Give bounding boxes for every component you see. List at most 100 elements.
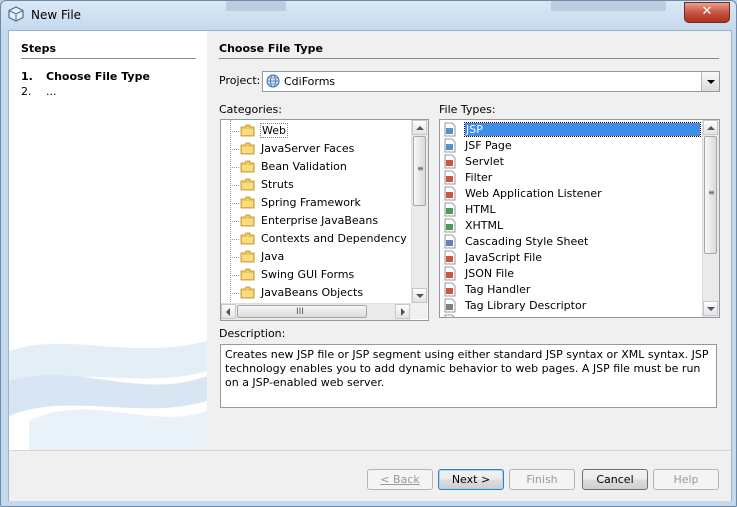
tree-branch-line xyxy=(230,167,239,168)
category-label: JavaBeans Objects xyxy=(261,286,364,299)
divider xyxy=(219,58,719,59)
file-type-label: JavaScript File xyxy=(465,251,543,264)
scroll-down-button[interactable] xyxy=(703,301,718,316)
file-type-item[interactable]: Tag File xyxy=(440,313,702,317)
category-label: Enterprise JavaBeans xyxy=(261,214,379,227)
back-button[interactable]: < Back xyxy=(367,469,433,490)
category-label: Java xyxy=(261,250,285,263)
tree-branch-line xyxy=(230,257,239,258)
category-item[interactable]: JavaBeans Objects xyxy=(221,284,411,302)
folder-icon xyxy=(240,214,255,227)
scroll-thumb[interactable]: ≡ xyxy=(704,136,717,254)
window-title: New File xyxy=(31,8,82,22)
scroll-up-button[interactable] xyxy=(703,120,718,135)
scroll-right-button[interactable] xyxy=(395,304,410,319)
jsp-file-icon xyxy=(444,122,456,137)
category-label: Swing GUI Forms xyxy=(261,268,355,281)
steps-heading: Steps xyxy=(21,42,57,55)
tree-branch-line xyxy=(230,131,239,132)
step-label: Choose File Type xyxy=(46,70,150,83)
divider xyxy=(21,58,196,59)
scroll-thumb[interactable]: ≡ xyxy=(413,136,426,206)
netbeans-cube-icon xyxy=(8,6,24,22)
scroll-thumb[interactable]: III xyxy=(237,305,367,318)
js-file-icon xyxy=(444,250,456,265)
step-label: ... xyxy=(46,85,57,98)
folder-icon xyxy=(240,178,255,191)
next-button[interactable]: Next > xyxy=(438,469,504,490)
tld-file-icon xyxy=(444,298,456,313)
finish-button[interactable]: Finish xyxy=(509,469,575,490)
category-label: Spring Framework xyxy=(261,196,361,209)
category-item[interactable]: Swing GUI Forms xyxy=(221,266,411,284)
thumb-grip: III xyxy=(296,307,304,317)
tree-branch-line xyxy=(230,275,239,276)
project-select-value: CdiForms xyxy=(284,75,336,88)
folder-icon xyxy=(240,196,255,209)
button-bar: < Back Next > Finish Cancel Help xyxy=(9,450,731,501)
title-bar[interactable]: New File ✕ xyxy=(1,1,736,29)
category-item[interactable]: Contexts and Dependency Injection xyxy=(221,230,428,248)
category-item[interactable]: Web xyxy=(221,122,411,140)
file-type-label: Tag Handler xyxy=(465,283,531,296)
tree-branch-line xyxy=(230,185,239,186)
category-item[interactable]: Java xyxy=(221,248,411,266)
folder-icon xyxy=(240,286,255,299)
xhtml-file-icon xyxy=(444,218,456,233)
file-type-label: Tag File xyxy=(465,315,506,317)
file-type-label: JSP xyxy=(464,122,701,137)
thumb-grip: ≡ xyxy=(708,188,715,197)
background-window-ghost xyxy=(551,1,666,11)
step-number: 2. xyxy=(21,85,32,98)
folder-icon xyxy=(240,142,255,155)
chevron-down-icon[interactable] xyxy=(701,72,719,91)
category-item[interactable]: Enterprise JavaBeans xyxy=(221,212,411,230)
tree-branch-line xyxy=(230,149,239,150)
file-type-label: HTML xyxy=(465,203,496,216)
step-item-2: 2.... xyxy=(21,85,57,98)
thumb-grip: ≡ xyxy=(417,164,424,173)
category-item[interactable]: Bean Validation xyxy=(221,158,411,176)
dialog-body: Steps 1. Choose File Type 2.... Choose Fi… xyxy=(8,30,732,501)
file-type-label: JSF Page xyxy=(465,139,512,152)
categories-tree[interactable]: Web JavaServer Faces Bean Validation Struts… xyxy=(220,119,429,321)
file-types-vertical-scrollbar[interactable]: ≡ xyxy=(702,120,719,317)
categories-horizontal-scrollbar[interactable]: III xyxy=(221,303,411,320)
tree-branch-line xyxy=(230,293,239,294)
folder-icon xyxy=(240,160,255,173)
file-types-list[interactable]: JSP JSF Page Servlet Filter Web Application … xyxy=(439,119,720,318)
html-file-icon xyxy=(444,202,456,217)
file-type-label: XHTML xyxy=(465,219,504,232)
scroll-down-button[interactable] xyxy=(412,288,427,303)
new-file-dialog: New File ✕ Steps 1. Choose File Type 2...… xyxy=(0,0,737,507)
description-label: Description: xyxy=(219,327,286,340)
close-button[interactable]: ✕ xyxy=(684,2,730,23)
file-type-label: Web Application Listener xyxy=(465,187,602,200)
category-item[interactable]: Spring Framework xyxy=(221,194,411,212)
steps-panel: Steps 1. Choose File Type 2.... xyxy=(9,31,207,450)
category-item[interactable]: Struts xyxy=(221,176,411,194)
categories-vertical-scrollbar[interactable]: ≡ xyxy=(411,120,428,303)
category-label: Struts xyxy=(261,178,294,191)
project-select[interactable]: CdiForms xyxy=(262,71,720,92)
cancel-button[interactable]: Cancel xyxy=(582,469,648,490)
file-type-label: Servlet xyxy=(465,155,504,168)
file-types-label: File Types: xyxy=(439,103,496,116)
category-item[interactable]: JavaServer Faces xyxy=(221,140,411,158)
scroll-up-button[interactable] xyxy=(412,120,427,135)
filter-file-icon xyxy=(444,170,456,185)
folder-icon xyxy=(240,232,255,245)
page-title: Choose File Type xyxy=(219,42,323,55)
listener-file-icon xyxy=(444,186,456,201)
tree-branch-line xyxy=(230,239,239,240)
tree-branch-line xyxy=(230,221,239,222)
decorative-swoosh xyxy=(9,341,207,450)
file-type-label: JSON File xyxy=(465,267,515,280)
servlet-file-icon xyxy=(444,154,456,169)
help-button[interactable]: Help xyxy=(653,469,719,490)
css-file-icon xyxy=(444,234,456,249)
scroll-left-button[interactable] xyxy=(221,304,236,319)
category-label: Web xyxy=(260,123,288,138)
folder-icon xyxy=(240,268,255,281)
background-window-ghost xyxy=(226,1,286,11)
